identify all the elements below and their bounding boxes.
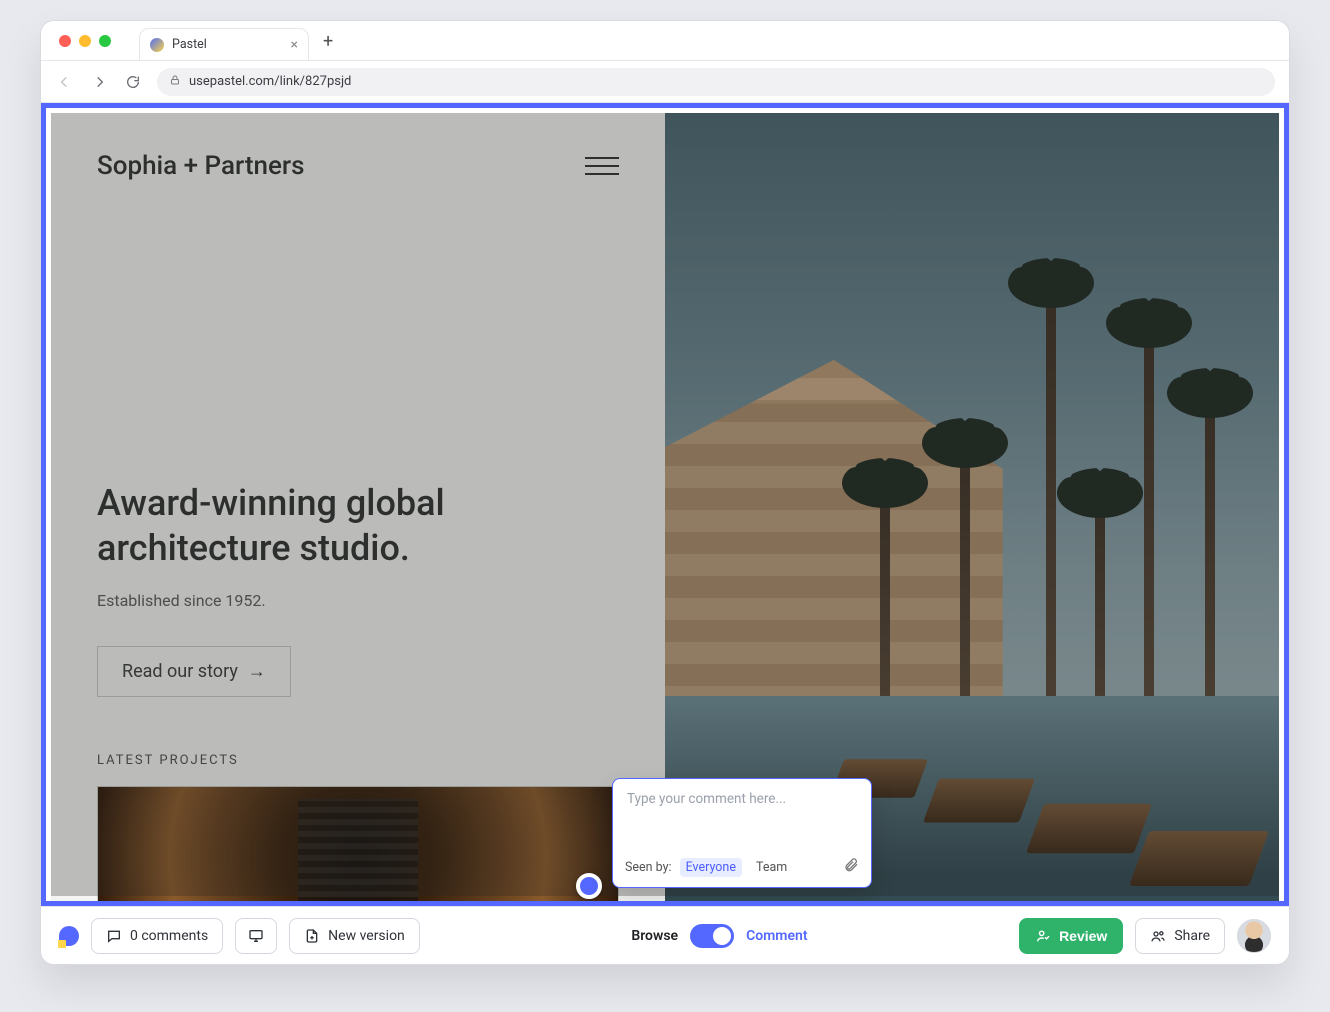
viewport: Sophia + Partners Award-winning global a… bbox=[41, 103, 1289, 906]
new-version-button[interactable]: New version bbox=[289, 918, 420, 954]
comment-popover: Seen by: Everyone Team bbox=[612, 778, 872, 888]
comment-pin[interactable] bbox=[576, 873, 602, 899]
tab-close-button[interactable]: × bbox=[291, 37, 298, 53]
tab-title: Pastel bbox=[172, 37, 207, 52]
review-frame: Sophia + Partners Award-winning global a… bbox=[41, 103, 1289, 906]
palm-tree-icon bbox=[1046, 276, 1056, 736]
lounger-graphic bbox=[1026, 804, 1152, 854]
lounger-graphic bbox=[1129, 831, 1269, 886]
attach-button[interactable] bbox=[843, 857, 859, 877]
hero-section: Award-winning global architecture studio… bbox=[97, 481, 619, 697]
lock-icon bbox=[169, 74, 181, 90]
mode-comment-label[interactable]: Comment bbox=[746, 928, 807, 944]
tab-favicon-icon bbox=[150, 38, 164, 52]
review-button[interactable]: Review bbox=[1019, 918, 1123, 954]
browser-window: Pastel × + usepastel.com/link/827psjd bbox=[40, 20, 1290, 965]
comments-button[interactable]: 0 comments bbox=[91, 918, 223, 954]
review-label: Review bbox=[1059, 928, 1107, 944]
read-story-button[interactable]: Read our story → bbox=[97, 646, 291, 697]
browser-tab[interactable]: Pastel × bbox=[139, 28, 309, 60]
new-version-label: New version bbox=[328, 928, 405, 944]
comment-popover-footer: Seen by: Everyone Team bbox=[613, 849, 871, 887]
nav-back-button[interactable] bbox=[55, 72, 75, 92]
comment-icon bbox=[106, 928, 122, 944]
user-check-icon bbox=[1035, 928, 1051, 944]
visibility-option-everyone[interactable]: Everyone bbox=[680, 858, 742, 877]
project-thumbnail[interactable] bbox=[97, 786, 619, 906]
share-label: Share bbox=[1174, 928, 1210, 944]
monitor-icon bbox=[248, 928, 264, 944]
hero-subtitle: Established since 1952. bbox=[97, 591, 619, 610]
window-maximize-button[interactable] bbox=[99, 35, 111, 47]
device-preview-button[interactable] bbox=[235, 918, 277, 954]
site-left-column: Sophia + Partners Award-winning global a… bbox=[51, 113, 665, 906]
site-brand: Sophia + Partners bbox=[97, 151, 304, 181]
hero-heading: Award-winning global architecture studio… bbox=[97, 481, 619, 571]
browser-urlbar: usepastel.com/link/827psjd bbox=[41, 61, 1289, 103]
nav-reload-button[interactable] bbox=[123, 72, 143, 92]
mode-toggle: Browse Comment bbox=[631, 924, 807, 948]
pastel-logo-icon[interactable] bbox=[59, 926, 79, 946]
window-controls bbox=[59, 35, 111, 47]
palm-tree-icon bbox=[1144, 316, 1154, 736]
visibility-option-team[interactable]: Team bbox=[750, 858, 793, 877]
window-minimize-button[interactable] bbox=[79, 35, 91, 47]
new-tab-button[interactable]: + bbox=[323, 31, 333, 52]
browser-titlebar: Pastel × + bbox=[41, 21, 1289, 61]
seen-by-label: Seen by: bbox=[625, 860, 672, 875]
section-label: LATEST PROJECTS bbox=[97, 753, 619, 768]
latest-projects-section: LATEST PROJECTS bbox=[97, 753, 619, 906]
app-toolbar: 0 comments New version Browse Comment Re… bbox=[41, 906, 1289, 964]
lounger-graphic bbox=[923, 779, 1035, 823]
nav-forward-button[interactable] bbox=[89, 72, 109, 92]
palm-tree-icon bbox=[960, 436, 970, 736]
cta-label: Read our story bbox=[122, 661, 238, 682]
switch-knob bbox=[713, 927, 731, 945]
address-bar[interactable]: usepastel.com/link/827psjd bbox=[157, 68, 1275, 96]
share-button[interactable]: Share bbox=[1135, 918, 1225, 954]
arrow-right-icon: → bbox=[248, 661, 266, 682]
users-icon bbox=[1150, 928, 1166, 944]
mode-browse-label[interactable]: Browse bbox=[631, 928, 678, 944]
hamburger-menu-icon[interactable] bbox=[585, 157, 619, 175]
comment-input[interactable] bbox=[613, 779, 871, 849]
comments-count-label: 0 comments bbox=[130, 928, 208, 944]
mode-switch[interactable] bbox=[690, 924, 734, 948]
toolbar-right: Review Share bbox=[1019, 918, 1271, 954]
window-close-button[interactable] bbox=[59, 35, 71, 47]
file-plus-icon bbox=[304, 928, 320, 944]
palm-tree-icon bbox=[1205, 386, 1215, 736]
address-text: usepastel.com/link/827psjd bbox=[189, 74, 351, 89]
user-avatar[interactable] bbox=[1237, 919, 1271, 953]
